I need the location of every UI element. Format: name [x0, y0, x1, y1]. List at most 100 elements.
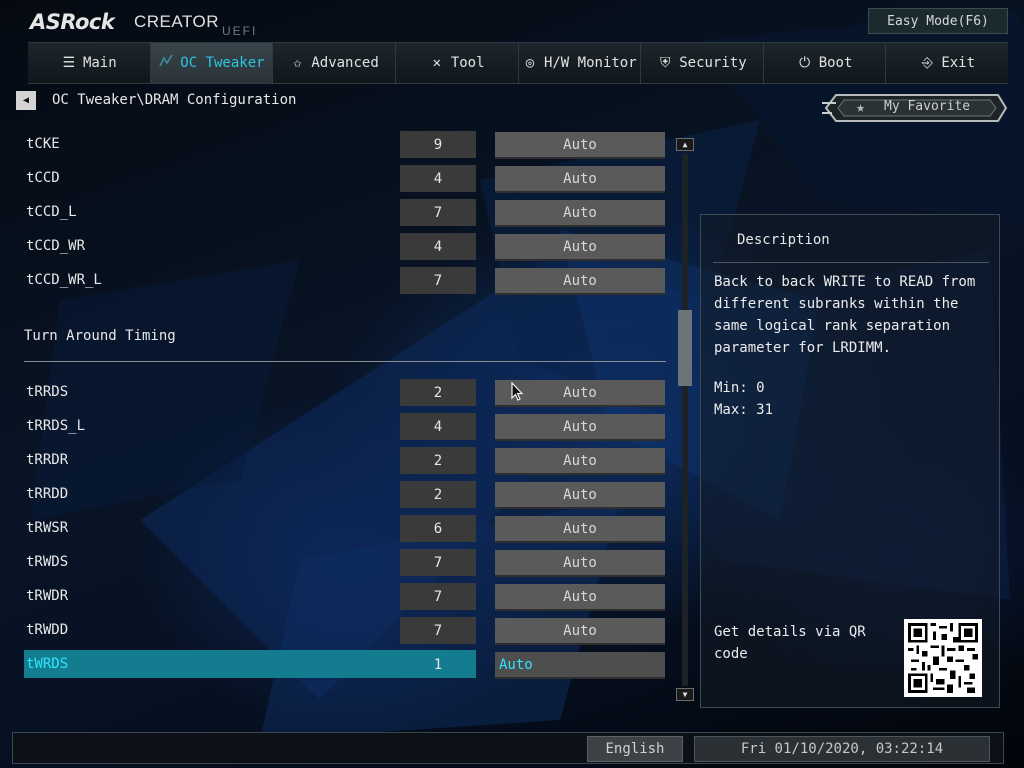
description-min: Min: 0	[714, 380, 765, 396]
breadcrumb: OC Tweaker\DRAM Configuration	[52, 92, 297, 108]
setting-name: tCCD_L	[26, 204, 77, 220]
setting-current-value: 4	[400, 413, 476, 440]
setting-name: tCKE	[26, 136, 60, 152]
setting-row-tccd-wr[interactable]: tCCD_WR 4 Auto	[24, 232, 670, 261]
setting-row-trwdd[interactable]: tRWDD 7 Auto	[24, 616, 670, 645]
setting-row-trrdd[interactable]: tRRDD 2 Auto	[24, 480, 670, 509]
setting-option-select[interactable]: Auto	[495, 234, 665, 261]
tab-label: Tool	[450, 55, 485, 71]
tab-advanced[interactable]: ✩ Advanced	[273, 43, 396, 83]
star-icon: ✩	[293, 55, 302, 71]
setting-current-value: 7	[400, 617, 476, 644]
tab-hw-monitor[interactable]: ◎ H/W Monitor	[518, 43, 642, 83]
tab-exit[interactable]: ⎆ Exit	[886, 43, 1008, 83]
setting-option-select[interactable]: Auto	[495, 166, 665, 193]
setting-option-select[interactable]: Auto	[495, 652, 665, 679]
power-icon: ⏻	[799, 55, 811, 71]
setting-name: tRRDD	[26, 486, 69, 502]
tab-main[interactable]: ☰ Main	[28, 43, 151, 83]
setting-row-trwdr[interactable]: tRWDR 7 Auto	[24, 582, 670, 611]
qr-details-text: Get details via QR code	[714, 624, 866, 662]
setting-row-tccd-wr-l[interactable]: tCCD_WR_L 7 Auto	[24, 266, 670, 295]
setting-name: tRWDR	[26, 588, 69, 604]
tab-label: Main	[82, 55, 117, 71]
setting-current-value: 6	[400, 515, 476, 542]
tab-label: Advanced	[311, 55, 379, 71]
setting-name: tRRDS	[26, 384, 69, 400]
tab-label: OC Tweaker	[180, 55, 265, 71]
asrock-logo: ASRock	[30, 10, 115, 34]
triangle-up-icon: ▲	[682, 140, 688, 149]
tab-tool[interactable]: ✕ Tool	[395, 43, 519, 83]
tab-label: Boot	[818, 55, 853, 71]
qr-code	[904, 619, 982, 697]
tab-label: Security	[679, 55, 747, 71]
setting-current-value: 7	[400, 583, 476, 610]
scroll-up-button[interactable]: ▲	[676, 138, 694, 151]
setting-option-select[interactable]: Auto	[495, 482, 665, 509]
description-divider	[713, 262, 989, 263]
setting-current-value: 7	[400, 267, 476, 294]
uefi-label: UEFI	[222, 24, 258, 38]
triangle-down-icon: ▼	[682, 690, 688, 699]
favorite-label: My Favorite	[884, 99, 971, 114]
setting-row-tccd-l[interactable]: tCCD_L 7 Auto	[24, 198, 670, 227]
shield-icon: ⛨	[659, 55, 671, 71]
setting-option-select[interactable]: Auto	[495, 200, 665, 227]
setting-option-select[interactable]: Auto	[495, 550, 665, 577]
setting-name: tRRDS_L	[26, 418, 86, 434]
easy-mode-button[interactable]: Easy Mode(F6)	[868, 8, 1008, 34]
setting-name: tRWDS	[26, 554, 69, 570]
back-button[interactable]: ◀	[16, 91, 36, 110]
setting-current-value: 1	[433, 656, 443, 673]
setting-current-value: 2	[400, 379, 476, 406]
setting-name: tRRDR	[26, 452, 69, 468]
setting-row-twrds[interactable]: tWRDS 1 Auto	[24, 650, 670, 679]
tab-security[interactable]: ⛨ Security	[641, 43, 764, 83]
setting-row-trrds[interactable]: tRRDS 2 Auto	[24, 378, 670, 407]
description-title: Description	[737, 232, 830, 248]
setting-option-select[interactable]: Auto	[495, 448, 665, 475]
settings-list: tCKE 9 Auto tCCD 4 Auto tCCD_L 7 Auto tC…	[24, 128, 670, 700]
description-max: Max: 31	[714, 402, 774, 418]
description-text: Back to back WRITE to READ from differen…	[714, 274, 976, 356]
language-button[interactable]: English	[587, 736, 683, 762]
scroll-thumb[interactable]	[678, 310, 692, 386]
list-scrollbar[interactable]: ▲ ▼	[676, 138, 694, 702]
tab-oc-tweaker[interactable]: OC Tweaker	[150, 43, 274, 83]
section-title: Turn Around Timing	[24, 328, 176, 344]
tab-label: Exit	[941, 55, 976, 71]
setting-option-select[interactable]: Auto	[495, 268, 665, 295]
setting-current-value: 4	[400, 233, 476, 260]
setting-option-select[interactable]: Auto	[495, 414, 665, 441]
setting-name: tCCD	[26, 170, 60, 186]
my-favorite-button[interactable]: ★ My Favorite	[822, 93, 1008, 123]
setting-current-value: 7	[400, 549, 476, 576]
setting-row-tcke[interactable]: tCKE 9 Auto	[24, 130, 670, 159]
setting-row-trwds[interactable]: tRWDS 7 Auto	[24, 548, 670, 577]
setting-current-value: 9	[400, 131, 476, 158]
exit-icon: ⎆	[921, 55, 933, 71]
back-arrow-icon: ◀	[22, 95, 30, 106]
setting-name: tRWDD	[26, 622, 69, 638]
setting-row-trrds-l[interactable]: tRRDS_L 4 Auto	[24, 412, 670, 441]
setting-name: tWRDS	[26, 656, 69, 672]
setting-row-trrdr[interactable]: tRRDR 2 Auto	[24, 446, 670, 475]
setting-row-trwsr[interactable]: tRWSR 6 Auto	[24, 514, 670, 543]
creator-logo: CREATOR	[134, 12, 220, 31]
setting-option-select[interactable]: Auto	[495, 584, 665, 611]
setting-option-select[interactable]: Auto	[495, 516, 665, 543]
setting-option-select[interactable]: Auto	[495, 132, 665, 159]
main-tab-bar: ☰ Main OC Tweaker ✩ Advanced ✕ Tool ◎ H/…	[28, 42, 1008, 84]
mouse-cursor-icon	[511, 381, 525, 402]
tab-boot[interactable]: ⏻ Boot	[763, 43, 887, 83]
scroll-down-button[interactable]: ▼	[676, 688, 694, 701]
list-icon: ☰	[62, 55, 76, 71]
tab-label: H/W Monitor	[543, 55, 637, 71]
star-icon: ★	[856, 98, 866, 116]
section-divider	[24, 361, 666, 362]
setting-name: tCCD_WR_L	[26, 272, 102, 288]
setting-row-tccd[interactable]: tCCD 4 Auto	[24, 164, 670, 193]
setting-option-select[interactable]: Auto	[495, 618, 665, 645]
scroll-rail[interactable]	[682, 154, 688, 686]
